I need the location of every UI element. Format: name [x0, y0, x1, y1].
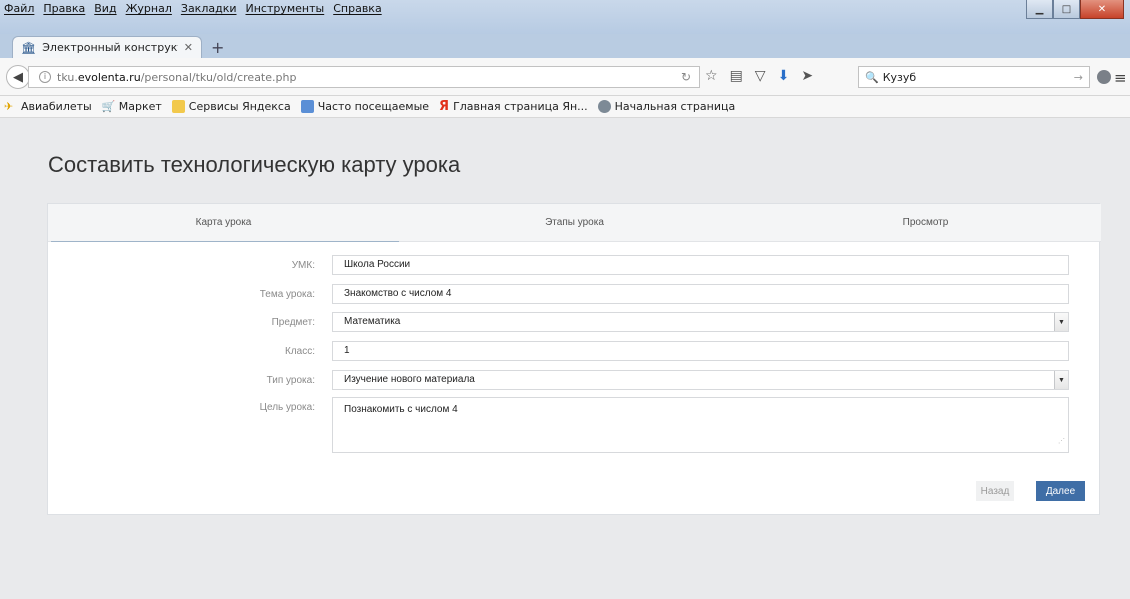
reading-list-icon[interactable]: ▤	[730, 68, 743, 84]
page-content: Составить технологическую карту урока Ка…	[0, 118, 1130, 599]
bookmark-label: Авиабилеты	[21, 100, 92, 113]
menu-bookmarks[interactable]: Закладки	[181, 2, 237, 18]
goal-value: Познакомить с числом 4	[344, 404, 458, 415]
bookmark-star-icon[interactable]: ☆	[705, 68, 718, 84]
bookmark-item[interactable]: Начальная страница	[597, 100, 736, 113]
yandex-icon: Я	[439, 99, 450, 114]
subject-label: Предмет:	[271, 317, 315, 328]
bookmark-label: Главная страница Ян...	[453, 100, 588, 113]
cart-icon: 🛒	[101, 100, 116, 113]
search-input[interactable]: Кузуб	[883, 71, 916, 84]
toolbar-icons: ☆ ▤ ▽ ⬇ ➤	[705, 68, 813, 84]
resize-grip-icon[interactable]: ⋰	[1058, 434, 1065, 450]
minimize-button[interactable]: ▁	[1026, 0, 1053, 19]
address-bar[interactable]: i tku. evolenta.ru/personal/tku/old/creat…	[28, 66, 700, 88]
goal-textarea[interactable]: Познакомить с числом 4 ⋰	[332, 397, 1069, 453]
info-icon[interactable]: i	[39, 71, 51, 83]
topic-label: Тема урока:	[259, 289, 315, 300]
send-icon[interactable]: ➤	[801, 68, 813, 84]
back-button[interactable]: ◀	[6, 65, 30, 89]
window-controls: ▁ □ ✕	[1026, 0, 1124, 19]
reload-icon[interactable]: ↻	[681, 70, 691, 84]
bookmark-item[interactable]: Я Главная страница Ян...	[439, 99, 588, 114]
tab-title: Электронный конструкто...	[42, 41, 178, 54]
subject-value: Математика	[344, 316, 401, 327]
pocket-icon[interactable]: ▽	[755, 68, 766, 84]
bookmarks-bar: ✈ Авиабилеты 🛒 Маркет Сервисы Яндекса Ча…	[0, 96, 1130, 118]
bookmark-item[interactable]: Сервисы Яндекса	[171, 100, 291, 113]
class-row: Класс: 1	[48, 341, 1101, 363]
topic-input[interactable]: Знакомство с числом 4	[332, 284, 1069, 304]
menu-help[interactable]: Справка	[333, 2, 381, 18]
back-step-button[interactable]: Назад	[976, 481, 1014, 501]
bookmark-label: Часто посещаемые	[317, 100, 430, 113]
form-card: Карта урока Этапы урока Просмотр УМК: Шк…	[47, 203, 1101, 515]
download-icon[interactable]: ⬇	[778, 68, 790, 84]
maximize-button[interactable]: □	[1053, 0, 1080, 19]
bookmark-item[interactable]: Часто посещаемые	[300, 100, 430, 113]
umk-row: УМК: Школа России	[48, 255, 1101, 277]
bookmark-label: Сервисы Яндекса	[188, 100, 291, 113]
tab-preview[interactable]: Просмотр	[750, 204, 1101, 241]
menu-history[interactable]: Журнал	[126, 2, 172, 18]
type-select[interactable]: Изучение нового материала ▼	[332, 370, 1069, 390]
close-window-button[interactable]: ✕	[1080, 0, 1124, 19]
url-prefix: tku.	[57, 70, 78, 84]
umk-input[interactable]: Школа России	[332, 255, 1069, 275]
goal-label: Цель урока:	[259, 402, 315, 413]
search-go-icon[interactable]: →	[1074, 71, 1083, 84]
url-path: /personal/tku/old/create.php	[140, 70, 297, 84]
navigation-bar: ◀ i tku. evolenta.ru/personal/tku/old/cre…	[0, 58, 1130, 96]
globe-icon	[597, 100, 611, 113]
bookmark-label: Начальная страница	[614, 100, 736, 113]
tab-lesson-stages[interactable]: Этапы урока	[399, 204, 750, 241]
type-row: Тип урока: Изучение нового материала ▼	[48, 370, 1101, 392]
class-input[interactable]: 1	[332, 341, 1069, 361]
bookmark-item[interactable]: ✈ Авиабилеты	[4, 100, 92, 113]
search-bar[interactable]: 🔍 Кузуб →	[858, 66, 1090, 88]
menu-edit[interactable]: Правка	[43, 2, 85, 18]
folder-icon	[171, 100, 185, 113]
chevron-down-icon[interactable]: ▼	[1054, 371, 1068, 389]
menu-hamburger-icon[interactable]: ≡	[1114, 69, 1127, 87]
smart-folder-icon	[300, 100, 314, 113]
tab-lesson-map[interactable]: Карта урока	[48, 204, 399, 242]
plane-icon: ✈	[4, 100, 14, 113]
chevron-down-icon[interactable]: ▼	[1054, 313, 1068, 331]
menu-tools[interactable]: Инструменты	[246, 2, 325, 18]
sync-icon[interactable]	[1097, 70, 1111, 84]
type-label: Тип урока:	[266, 375, 315, 386]
bookmark-item[interactable]: 🛒 Маркет	[102, 100, 162, 113]
bookmark-label: Маркет	[118, 100, 162, 113]
step-tabs: Карта урока Этапы урока Просмотр	[48, 204, 1101, 242]
menu-view[interactable]: Вид	[94, 2, 116, 18]
next-step-button[interactable]: Далее	[1036, 481, 1085, 501]
subject-row: Предмет: Математика ▼	[48, 312, 1101, 334]
browser-tab[interactable]: 🏛 Электронный конструкто... ✕	[12, 36, 202, 58]
url-domain: evolenta.ru	[77, 70, 141, 84]
title-bar: Файл Правка Вид Журнал Закладки Инструме…	[0, 0, 1130, 34]
close-tab-icon[interactable]: ✕	[184, 41, 193, 54]
menu-file[interactable]: Файл	[4, 2, 34, 18]
type-value: Изучение нового материала	[344, 374, 475, 385]
tab-strip: 🏛 Электронный конструкто... ✕ +	[0, 34, 1130, 58]
menu-bar: Файл Правка Вид Журнал Закладки Инструме…	[4, 2, 382, 18]
museum-icon: 🏛	[21, 40, 37, 55]
page-title: Составить технологическую карту урока	[48, 152, 461, 177]
subject-select[interactable]: Математика ▼	[332, 312, 1069, 332]
umk-label: УМК:	[291, 260, 315, 271]
search-icon: 🔍	[865, 70, 879, 84]
arrow-left-icon: ◀	[13, 69, 23, 85]
topic-row: Тема урока: Знакомство с числом 4	[48, 284, 1101, 306]
goal-row: Цель урока: Познакомить с числом 4 ⋰	[48, 397, 1101, 453]
new-tab-button[interactable]: +	[211, 38, 224, 57]
class-label: Класс:	[285, 346, 315, 357]
